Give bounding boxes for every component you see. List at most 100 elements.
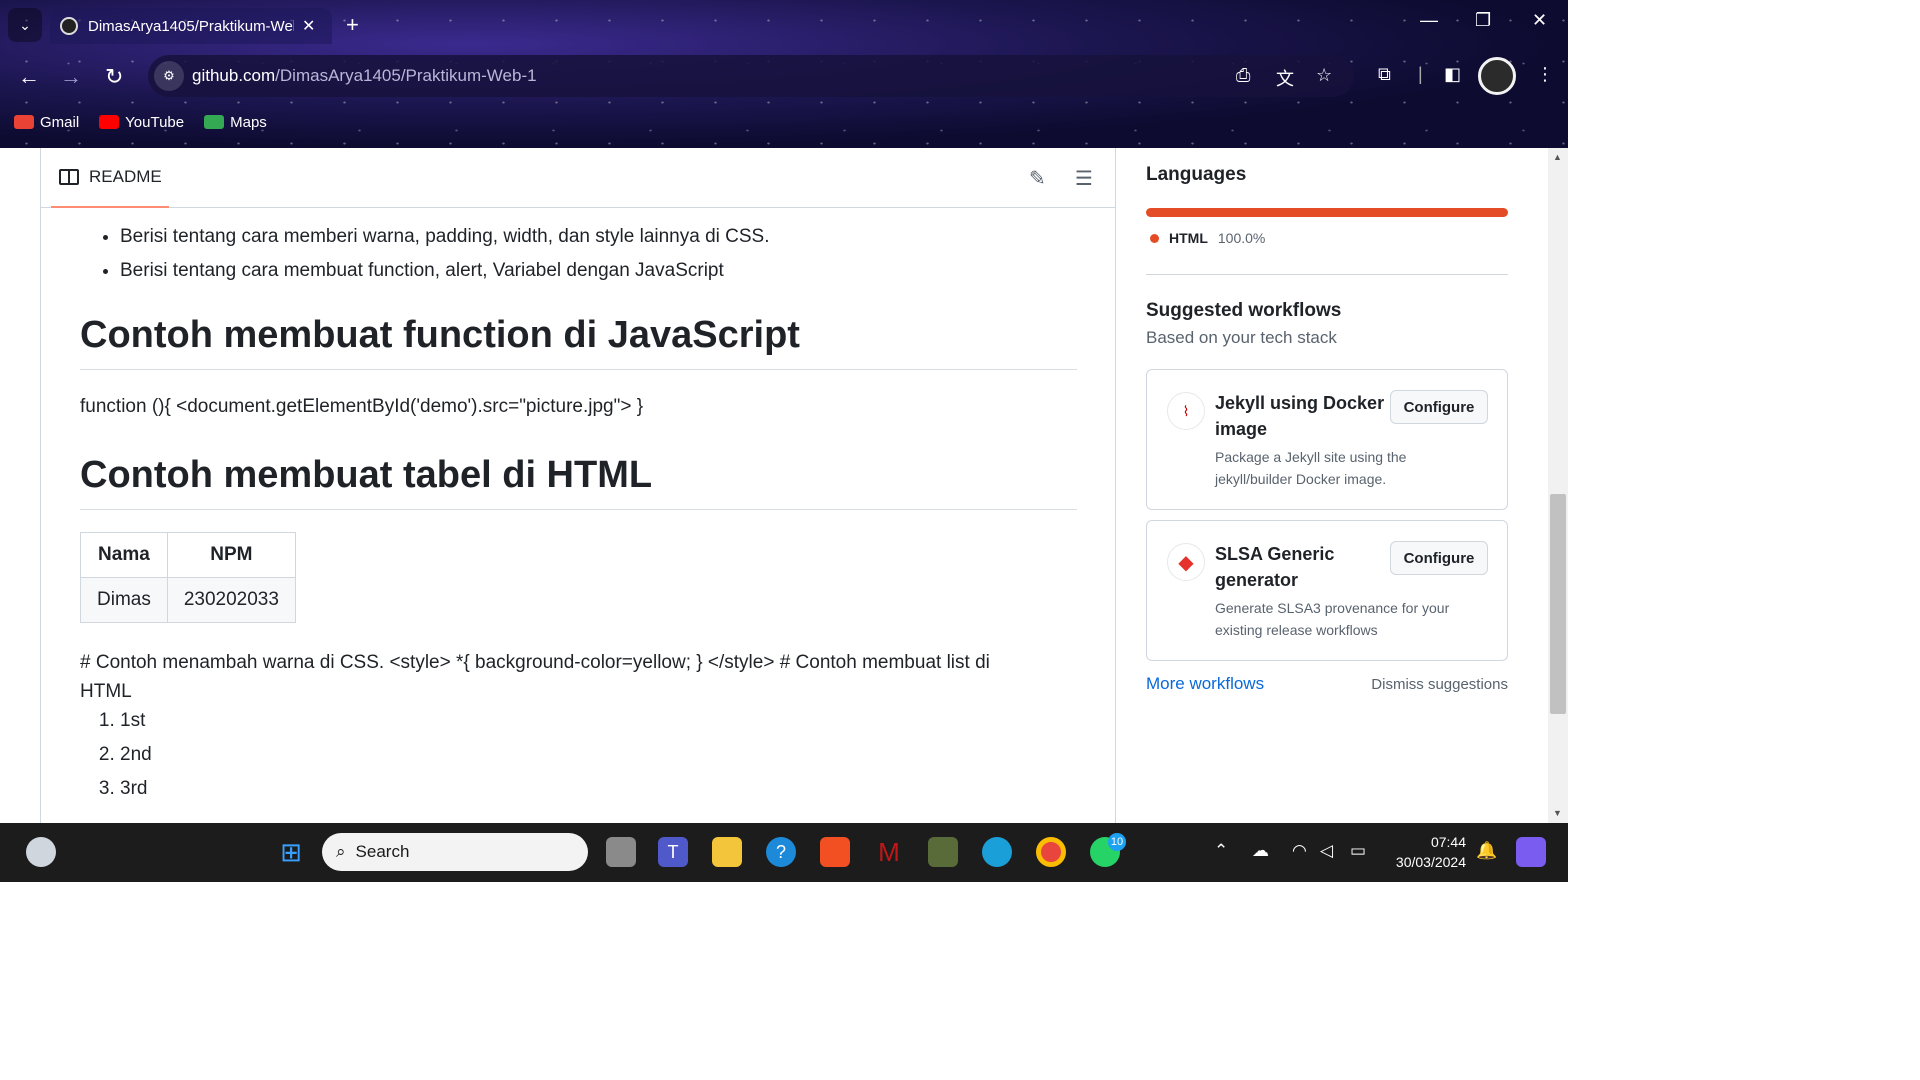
search-placeholder: Search	[355, 842, 410, 861]
bookmark-maps[interactable]: Maps	[204, 114, 267, 131]
youtube-icon	[99, 115, 120, 129]
maps-icon	[204, 115, 225, 129]
table-header: Nama	[80, 532, 168, 578]
bookmarks-bar: Gmail YouTube Maps	[0, 104, 267, 140]
minimize-icon[interactable]: —	[1420, 10, 1438, 31]
close-window-icon[interactable]: ✕	[1532, 10, 1547, 31]
mcafee-icon[interactable]: M	[874, 837, 904, 867]
language-percent: 100.0%	[1217, 230, 1266, 246]
tab-title: DimasArya1405/Praktikum-Web-1	[88, 17, 294, 35]
sidebar-divider	[1146, 274, 1508, 275]
suggested-workflows-subtitle: Based on your tech stack	[1146, 328, 1337, 347]
tab-strip: ⌄ DimasArya1405/Praktikum-Web-1 ✕ + — ❐ …	[0, 0, 1568, 52]
clock[interactable]: 07:44 30/03/2024	[1386, 832, 1466, 872]
weather-icon[interactable]	[26, 837, 56, 867]
suggested-workflows-title: Suggested workflows	[1146, 300, 1342, 321]
active-tab[interactable]: DimasArya1405/Praktikum-Web-1 ✕	[50, 8, 332, 44]
tab-search-button[interactable]: ⌄	[8, 8, 42, 42]
bookmark-gmail[interactable]: Gmail	[14, 114, 79, 131]
get-help-icon[interactable]: ?	[766, 837, 796, 867]
bookmark-label: YouTube	[125, 113, 185, 131]
page-scrollbar[interactable]: ▲ ▼	[1548, 148, 1568, 823]
scroll-up-icon[interactable]: ▲	[1553, 152, 1562, 162]
wifi-icon[interactable]: ◠	[1292, 841, 1307, 861]
url-host: github.com	[192, 66, 276, 85]
task-view-icon[interactable]	[606, 837, 636, 867]
bookmark-label: Maps	[230, 113, 267, 131]
search-icon: ⌕	[336, 842, 346, 861]
clock-time: 07:44	[1430, 834, 1466, 850]
workflow-title: Jekyll using Docker image	[1215, 393, 1385, 439]
workflow-card: ⌇ Jekyll using Docker image Package a Je…	[1146, 369, 1508, 510]
install-app-icon[interactable]: ⎙	[1236, 65, 1250, 86]
windows-taskbar: ⊞ ⌕ Search T ? M 10 ⌃ ☁ ◠ ◁ ▭ 07:44 30/0…	[0, 823, 1568, 882]
slsa-icon: ◆	[1167, 543, 1205, 581]
translate-icon[interactable]: 文	[1276, 65, 1294, 91]
site-info-icon[interactable]: ⚙	[154, 61, 184, 91]
language-dot-icon	[1150, 233, 1159, 243]
teams-icon[interactable]: T	[658, 837, 688, 867]
bullet-list: Berisi tentang cara memberi warna, paddi…	[120, 220, 770, 288]
scrollbar-thumb[interactable]	[1550, 494, 1566, 714]
readme-header: README ✎ ☰	[41, 148, 1115, 208]
side-panel-icon[interactable]: ◧	[1444, 64, 1461, 85]
heading-js: Contoh membuat function di JavaScript	[80, 314, 1077, 370]
browser-menu-icon[interactable]: ⋮	[1536, 64, 1554, 85]
browser-chrome: ⌄ DimasArya1405/Praktikum-Web-1 ✕ + — ❐ …	[0, 0, 1568, 148]
heading-table: Contoh membuat tabel di HTML	[80, 454, 1077, 510]
reload-icon[interactable]: ↻	[105, 64, 123, 90]
configure-button[interactable]: Configure	[1390, 390, 1488, 424]
forward-icon[interactable]: →	[60, 64, 82, 90]
readme-panel: README ✎ ☰ Berisi tentang cara memberi w…	[40, 148, 1116, 823]
github-page: README ✎ ☰ Berisi tentang cara memberi w…	[0, 148, 1548, 823]
language-name: HTML	[1169, 230, 1208, 246]
list-item: 3rd	[120, 772, 152, 806]
browser-toolbar: ← → ↻ ⚙ github.com/DimasArya1405/Praktik…	[0, 52, 1568, 102]
tab-close-icon[interactable]: ✕	[302, 16, 315, 36]
edge-icon[interactable]	[982, 837, 1012, 867]
table-row: Dimas 230202033	[80, 577, 296, 623]
microsoft-store-icon[interactable]	[820, 837, 850, 867]
configure-button[interactable]: Configure	[1390, 541, 1488, 575]
address-bar[interactable]: ⚙ github.com/DimasArya1405/Praktikum-Web…	[148, 55, 1354, 97]
github-favicon-icon	[60, 17, 78, 35]
jekyll-icon: ⌇	[1167, 392, 1205, 430]
notification-bell-icon[interactable]: 🔔	[1476, 841, 1497, 861]
bookmark-label: Gmail	[40, 113, 80, 131]
new-tab-button[interactable]: +	[346, 12, 359, 38]
profile-avatar[interactable]	[1478, 57, 1516, 95]
bookmark-star-icon[interactable]: ☆	[1316, 65, 1332, 86]
workflow-desc: Generate SLSA3 provenance for your exist…	[1215, 600, 1450, 638]
gmail-icon	[14, 115, 34, 129]
url-path: /DimasArya1405/Praktikum-Web-1	[275, 66, 537, 85]
whatsapp-badge: 10	[1108, 833, 1126, 851]
battery-icon[interactable]: ▭	[1350, 841, 1366, 861]
minecraft-icon[interactable]	[928, 837, 958, 867]
onedrive-icon[interactable]: ☁	[1252, 841, 1269, 861]
outline-list-icon[interactable]: ☰	[1075, 166, 1093, 191]
workflow-title: SLSA Generic generator	[1215, 544, 1335, 590]
restore-icon[interactable]: ❐	[1475, 10, 1491, 31]
start-icon[interactable]: ⊞	[276, 837, 306, 867]
readme-tab[interactable]: README	[51, 148, 169, 208]
list-item: Berisi tentang cara membuat function, al…	[120, 254, 770, 288]
bookmark-youtube[interactable]: YouTube	[99, 114, 184, 131]
extensions-icon[interactable]: ⧉	[1378, 64, 1391, 85]
more-workflows-link[interactable]: More workflows	[1146, 674, 1264, 694]
table-header: NPM	[166, 532, 296, 578]
language-item[interactable]: HTML 100.0%	[1150, 230, 1265, 246]
back-icon[interactable]: ←	[18, 64, 40, 90]
taskbar-search[interactable]: ⌕ Search	[322, 833, 588, 871]
clock-date: 30/03/2024	[1395, 854, 1466, 870]
chrome-icon[interactable]	[1036, 837, 1066, 867]
edit-pencil-icon[interactable]: ✎	[1029, 166, 1046, 191]
book-icon	[59, 169, 79, 185]
tray-overflow-icon[interactable]: ⌃	[1214, 841, 1228, 861]
copilot-icon[interactable]	[1516, 837, 1546, 867]
file-explorer-icon[interactable]	[712, 837, 742, 867]
volume-icon[interactable]: ◁	[1320, 841, 1333, 861]
example-table: Nama NPM Dimas 230202033	[80, 532, 296, 623]
dismiss-suggestions-link[interactable]: Dismiss suggestions	[1371, 676, 1508, 693]
languages-title: Languages	[1146, 164, 1247, 185]
scroll-down-icon[interactable]: ▼	[1553, 808, 1562, 818]
